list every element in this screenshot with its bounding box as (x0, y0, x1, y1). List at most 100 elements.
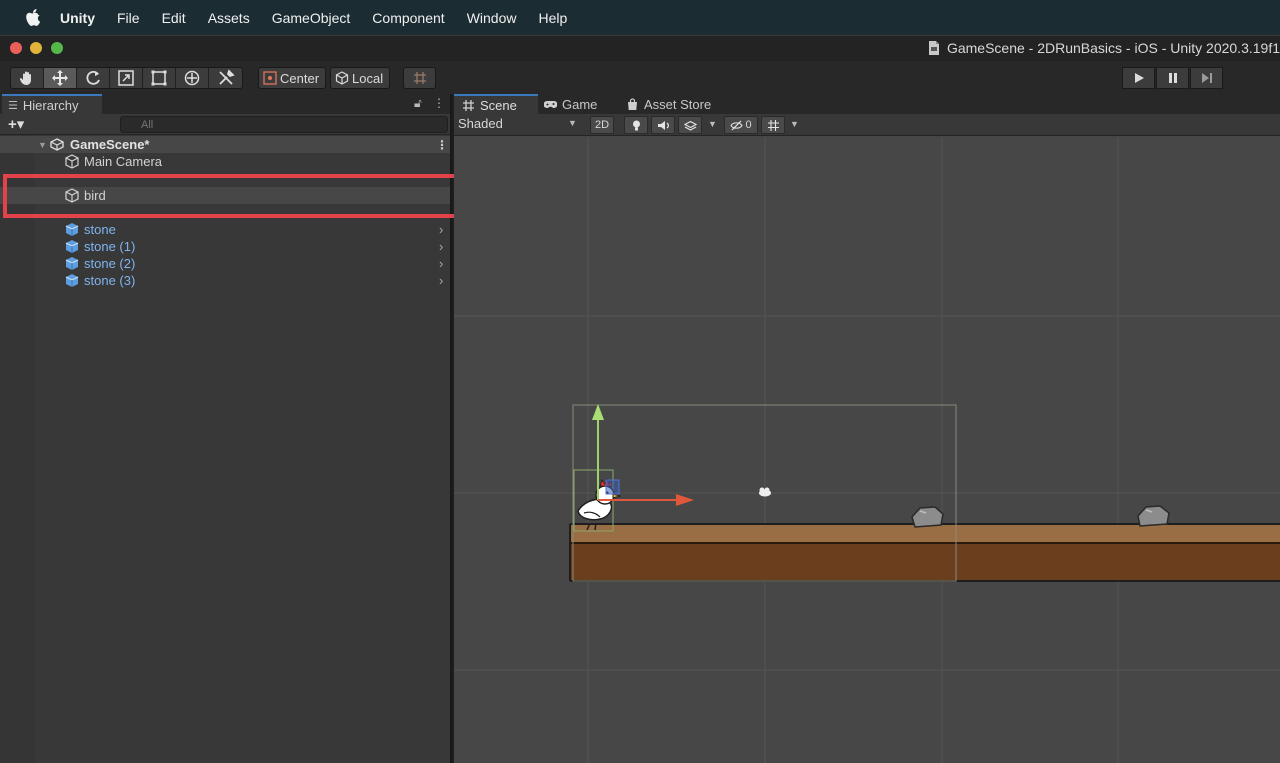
tab-scene[interactable]: Scene (454, 94, 538, 114)
rotate-tool-button[interactable] (77, 68, 110, 88)
scene-grid (454, 137, 1280, 763)
rotate-tool-icon (86, 70, 100, 85)
hierarchy-tab-label: Hierarchy (22, 97, 79, 113)
menu-gameobject[interactable]: GameObject (272, 10, 351, 26)
local-space-icon (335, 71, 349, 85)
close-window-button[interactable] (10, 42, 22, 54)
scene-viewport[interactable] (454, 137, 1280, 763)
gizmos-toggle[interactable] (761, 116, 785, 134)
move-gizmo (592, 404, 694, 506)
minimize-window-button[interactable] (30, 42, 42, 54)
add-object-button[interactable]: +▾ (8, 115, 24, 133)
tab-asset-store-label: Asset Store (644, 96, 712, 112)
dropdown-arrow-icon[interactable]: ▼ (568, 118, 577, 128)
rect-tool-button[interactable] (143, 68, 176, 88)
shading-mode-dropdown[interactable]: Shaded (458, 116, 503, 131)
scene-root-row[interactable]: ▼ GameScene* ⋮ (0, 136, 450, 153)
scene-name: GameScene* (70, 137, 150, 152)
lock-icon[interactable]: 🔓︎ (414, 96, 422, 111)
gamepad-icon (544, 100, 557, 108)
foldout-arrow-icon[interactable]: ▼ (38, 140, 47, 150)
hierarchy-item-label: stone (2) (84, 256, 136, 271)
scene-grid-icon (463, 99, 474, 111)
audio-toggle[interactable] (651, 116, 675, 134)
menu-window[interactable]: Window (467, 10, 517, 26)
hidden-objects-toggle[interactable]: 0 (724, 116, 758, 134)
pivot-center-label: Center (280, 70, 320, 86)
hierarchy-item-main-camera[interactable]: Main Camera (0, 153, 450, 170)
gizmos-dropdown-arrow-icon[interactable]: ▼ (790, 119, 799, 129)
hierarchy-tab[interactable]: ☰ Hierarchy (2, 94, 102, 114)
scale-tool-icon (118, 70, 134, 86)
move-tool-icon (52, 70, 68, 86)
hierarchy-search-input[interactable] (120, 116, 448, 133)
menu-component[interactable]: Component (372, 10, 444, 26)
custom-tool-button[interactable] (209, 68, 242, 88)
tab-game-label: Game (562, 96, 598, 112)
menu-bar: Unity File Edit Assets GameObject Compon… (0, 0, 1280, 35)
hidden-count: 0 (745, 119, 752, 131)
panel-menu-icon[interactable]: ⋮ (433, 96, 445, 110)
camera-gizmo-icon (759, 487, 771, 497)
menu-file[interactable]: File (117, 10, 140, 26)
zoom-window-button[interactable] (51, 42, 63, 54)
pivot-local-toggle[interactable]: Local (330, 67, 391, 89)
pivot-center-toggle[interactable]: Center (258, 67, 327, 89)
pivot-center-icon (263, 71, 277, 85)
scene-menu-icon[interactable]: ⋮ (436, 138, 448, 152)
menu-unity[interactable]: Unity (60, 10, 95, 26)
hierarchy-item-label: stone (3) (84, 273, 136, 288)
move-tool-button[interactable] (44, 68, 77, 88)
hierarchy-search-row: +▾ ⚲ (0, 114, 450, 135)
unity-scene-icon (50, 138, 64, 151)
hand-tool-button[interactable] (11, 68, 44, 88)
menu-edit[interactable]: Edit (162, 10, 186, 26)
hierarchy-item-stone[interactable]: stone › (0, 221, 450, 238)
chevron-right-icon[interactable]: › (439, 256, 443, 271)
scene-panel: Scene Game Asset Store Shaded ▼ 2D ▼ 0 ▼ (454, 94, 1280, 763)
toggle-2d-button[interactable]: 2D (590, 116, 614, 134)
speaker-icon (657, 120, 669, 130)
stone-sprite (911, 506, 944, 528)
hierarchy-item-stone-3[interactable]: stone (3) › (0, 272, 450, 289)
lighting-toggle[interactable] (624, 116, 648, 134)
step-button[interactable] (1190, 67, 1223, 89)
hierarchy-tree: ▼ GameScene* ⋮ Main Camera bird stone › … (0, 135, 450, 763)
pause-button[interactable] (1156, 67, 1189, 89)
stone-sprite (1137, 505, 1170, 527)
grid-snap-button[interactable] (403, 67, 436, 89)
grid-snap-icon (413, 72, 426, 84)
prefab-cube-icon (65, 274, 79, 287)
list-icon: ☰ (8, 99, 18, 112)
tab-asset-store[interactable]: Asset Store (626, 94, 736, 114)
chevron-right-icon[interactable]: › (439, 222, 443, 237)
scene-canvas[interactable] (454, 137, 1280, 763)
chevron-right-icon[interactable]: › (439, 239, 443, 254)
chevron-right-icon[interactable]: › (439, 273, 443, 288)
prefab-cube-icon (65, 223, 79, 236)
play-button[interactable] (1122, 67, 1155, 89)
hierarchy-item-label: stone (84, 222, 116, 237)
tab-game[interactable]: Game (544, 94, 614, 114)
hierarchy-item-stone-1[interactable]: stone (1) › (0, 238, 450, 255)
scale-tool-button[interactable] (110, 68, 143, 88)
scene-toolbar: Shaded ▼ 2D ▼ 0 ▼ (454, 114, 1280, 136)
hierarchy-item-label: Main Camera (84, 154, 163, 169)
menu-help[interactable]: Help (538, 10, 567, 26)
eye-slash-icon (730, 120, 744, 130)
lightbulb-icon (632, 120, 640, 130)
effects-dropdown-arrow-icon[interactable]: ▼ (708, 119, 717, 129)
window-title-bar: GameScene - 2DRunBasics - iOS - Unity 20… (0, 35, 1280, 61)
effects-toggle[interactable] (678, 116, 702, 134)
local-space-label: Local (352, 70, 384, 86)
hierarchy-item-stone-2[interactable]: stone (2) › (0, 255, 450, 272)
apple-logo-icon[interactable] (22, 8, 44, 27)
gameobject-icon (65, 154, 79, 169)
main-toolbar: Center Local (0, 61, 1280, 94)
hand-tool-icon (19, 71, 31, 85)
transform-tool-button[interactable] (176, 68, 209, 88)
shopping-bag-icon (628, 97, 637, 110)
menu-assets[interactable]: Assets (208, 10, 250, 26)
transform-tools (10, 67, 243, 89)
hierarchy-tab-bar: ☰ Hierarchy 🔓︎ ⋮ (0, 94, 450, 114)
